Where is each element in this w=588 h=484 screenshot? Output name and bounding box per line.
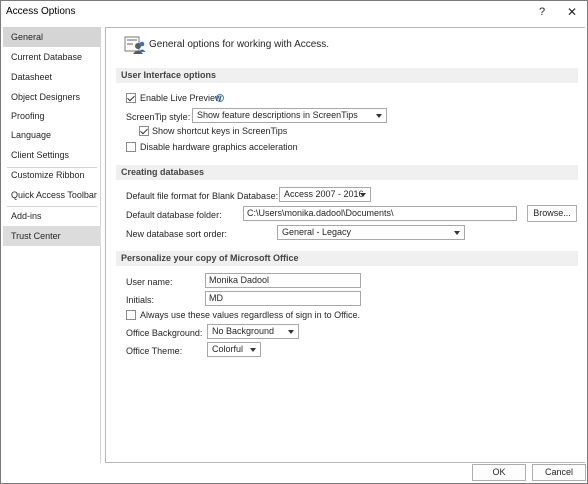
help-button[interactable]: ? [533,3,551,21]
sidebar-item-customize-ribbon[interactable]: Customize Ribbon [3,165,101,185]
sidebar-item-current-database[interactable]: Current Database [3,47,101,67]
always-use-values-label: Always use these values regardless of si… [140,310,360,320]
window-title: Access Options [6,6,76,17]
enable-live-preview-label: Enable Live Preview [140,93,222,103]
sidebar-item-trust-center[interactable]: Trust Center [3,226,101,246]
sort-order-label: New database sort order: [126,229,228,239]
sidebar-item-client-settings[interactable]: Client Settings [3,145,101,165]
section-user-interface: User Interface options [116,68,578,83]
sidebar-item-object-designers[interactable]: Object Designers [3,87,101,107]
show-shortcut-keys-checkbox[interactable] [139,126,149,136]
title-bar: Access Options ? ✕ [1,1,587,23]
sidebar-item-proofing[interactable]: Proofing [3,106,101,126]
chevron-down-icon [360,193,366,197]
initials-input[interactable]: MD [205,291,361,306]
office-theme-value: Colorful [212,344,244,354]
default-folder-input[interactable]: C:\Users\monika.dadool\Documents\ [243,206,517,221]
office-background-value: No Background [212,326,275,336]
sort-order-select[interactable]: General - Legacy [277,225,465,240]
enable-live-preview-checkbox[interactable] [126,93,136,103]
info-icon[interactable]: i [216,94,224,102]
access-options-dialog: Access Options ? ✕ General Current Datab… [0,0,588,484]
sidebar-item-quick-access-toolbar[interactable]: Quick Access Toolbar [3,185,101,205]
sort-order-value: General - Legacy [282,227,352,237]
cancel-button[interactable]: Cancel [532,464,586,481]
user-name-input[interactable]: Monika Dadool [205,273,361,288]
general-options-panel: General options for working with Access.… [105,27,585,463]
disable-hardware-acceleration-checkbox[interactable] [126,142,136,152]
always-use-values-checkbox[interactable] [126,310,136,320]
section-creating-databases: Creating databases [116,165,578,180]
user-name-label: User name: [126,277,173,287]
sidebar-item-general[interactable]: General [3,27,101,47]
disable-hardware-acceleration-label: Disable hardware graphics acceleration [140,142,298,152]
sidebar-item-add-ins[interactable]: Add-ins [3,206,101,226]
section-personalize: Personalize your copy of Microsoft Offic… [116,251,578,266]
office-background-label: Office Background: [126,328,203,338]
initials-label: Initials: [126,295,155,305]
office-background-select[interactable]: No Background [207,324,299,339]
chevron-down-icon [250,348,256,352]
screentip-style-label: ScreenTip style: [126,112,191,122]
sidebar-item-datasheet[interactable]: Datasheet [3,67,101,87]
page-heading: General options for working with Access. [149,39,330,50]
general-options-icon [124,36,146,54]
default-file-format-label: Default file format for Blank Database: [126,191,279,201]
screentip-style-value: Show feature descriptions in ScreenTips [197,110,358,120]
chevron-down-icon [454,231,460,235]
options-sidebar: General Current Database Datasheet Objec… [3,27,101,463]
office-theme-label: Office Theme: [126,346,183,356]
chevron-down-icon [376,114,382,118]
ok-button[interactable]: OK [472,464,526,481]
close-button[interactable]: ✕ [563,3,581,21]
default-file-format-select[interactable]: Access 2007 - 2016 [279,187,371,202]
default-folder-label: Default database folder: [126,210,222,220]
browse-button[interactable]: Browse... [527,205,577,222]
sidebar-item-language[interactable]: Language [3,125,101,145]
chevron-down-icon [288,330,294,334]
show-shortcut-keys-label: Show shortcut keys in ScreenTips [152,126,288,136]
screentip-style-select[interactable]: Show feature descriptions in ScreenTips [192,108,387,123]
office-theme-select[interactable]: Colorful [207,342,261,357]
default-file-format-value: Access 2007 - 2016 [284,189,364,199]
